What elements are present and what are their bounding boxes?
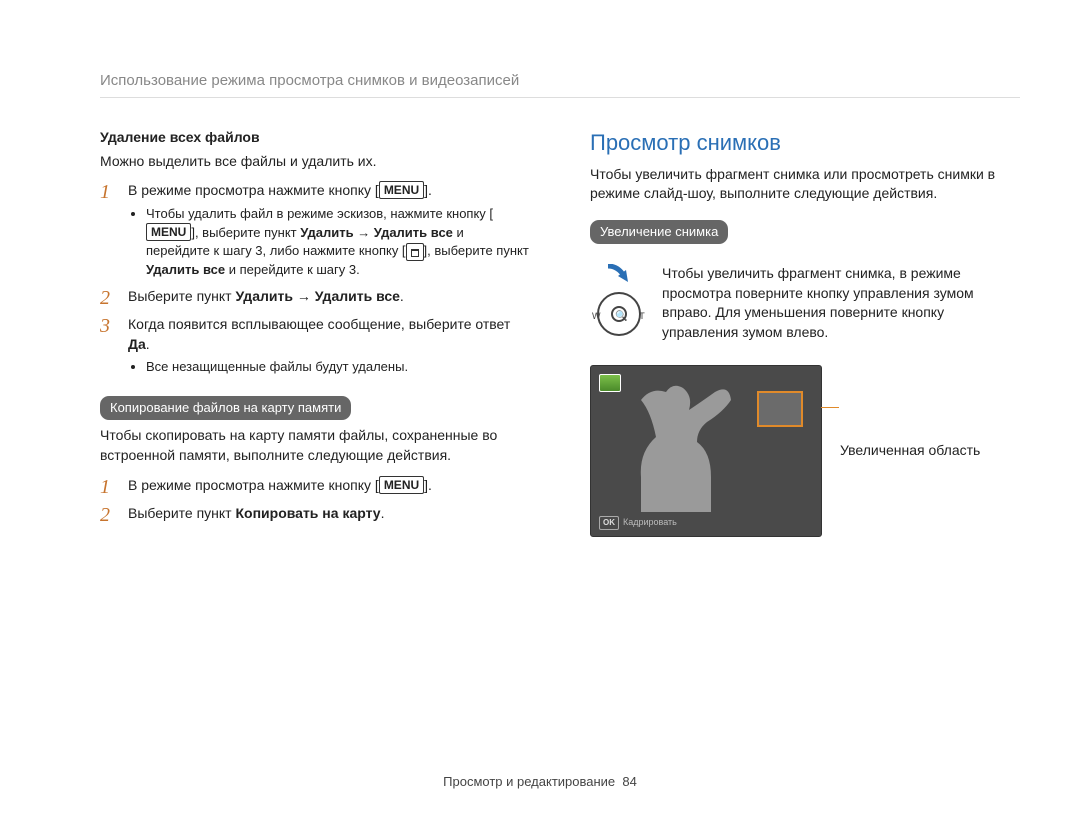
text: ]. bbox=[424, 182, 432, 198]
step-body: Когда появится всплывающее сообщение, вы… bbox=[128, 315, 530, 378]
delete-all-intro: Можно выделить все файлы и удалить их. bbox=[100, 152, 530, 172]
page-breadcrumb: Использование режима просмотра снимков и… bbox=[100, 70, 1020, 98]
bullet: Все незащищенные файлы будут удалены. bbox=[146, 358, 530, 376]
text: ]. bbox=[424, 477, 432, 493]
text: ], выберите пункт bbox=[424, 243, 529, 258]
copy-files-pill: Копирование файлов на карту памяти bbox=[100, 396, 351, 420]
camera-screen-preview: OK Кадрировать bbox=[590, 365, 822, 537]
leader-line bbox=[821, 407, 839, 408]
menu-icon: MENU bbox=[379, 181, 424, 199]
text: Чтобы удалить файл в режиме эскизов, наж… bbox=[146, 206, 493, 221]
text: Выберите пункт bbox=[128, 288, 235, 304]
step-body: В режиме просмотра нажмите кнопку [MENU]… bbox=[128, 476, 530, 498]
text-bold: Копировать на карту bbox=[235, 505, 380, 521]
text: Когда появится всплывающее сообщение, вы… bbox=[128, 316, 510, 332]
right-column: Просмотр снимков Чтобы увеличить фрагмен… bbox=[590, 128, 1020, 537]
text: Выберите пункт bbox=[128, 505, 235, 521]
menu-icon: MENU bbox=[379, 476, 424, 494]
text: ], выберите пункт bbox=[191, 225, 300, 240]
text: В режиме просмотра нажмите кнопку [ bbox=[128, 182, 379, 198]
trash-icon bbox=[406, 243, 424, 261]
step-body: Выберите пункт Удалить → Удалить все. bbox=[128, 287, 530, 309]
step-body: В режиме просмотра нажмите кнопку [MENU]… bbox=[128, 181, 530, 281]
zoom-dial-illustration: W 🔍 T bbox=[590, 264, 648, 342]
text: . bbox=[146, 336, 150, 352]
step-number: 1 bbox=[100, 476, 116, 498]
screen-footer: OK Кадрировать bbox=[599, 516, 677, 529]
dial-icon bbox=[597, 292, 641, 336]
arrow-down-right-icon bbox=[604, 264, 634, 284]
delete-all-heading: Удаление всех файлов bbox=[100, 128, 530, 148]
text: . bbox=[381, 505, 385, 521]
zoom-pill: Увеличение снимка bbox=[590, 220, 728, 244]
zoom-text: Чтобы увеличить фрагмент снимка, в режим… bbox=[662, 264, 1020, 342]
section-title: Просмотр снимков bbox=[590, 128, 1020, 159]
person-silhouette-icon bbox=[611, 382, 751, 512]
left-column: Удаление всех файлов Можно выделить все … bbox=[100, 128, 530, 537]
text-bold: Удалить все bbox=[146, 262, 225, 277]
step-number: 2 bbox=[100, 504, 116, 526]
zoom-rectangle bbox=[757, 391, 803, 427]
step-number: 3 bbox=[100, 315, 116, 378]
crop-label: Кадрировать bbox=[623, 517, 677, 527]
section-intro: Чтобы увеличить фрагмент снимка или прос… bbox=[590, 165, 1020, 204]
step-body: Выберите пункт Копировать на карту. bbox=[128, 504, 530, 526]
page-footer: Просмотр и редактирование 84 bbox=[0, 773, 1080, 791]
text-bold: Да bbox=[128, 336, 146, 352]
text: . bbox=[400, 288, 404, 304]
copy-intro: Чтобы скопировать на карту памяти файлы,… bbox=[100, 426, 530, 465]
text: В режиме просмотра нажмите кнопку [ bbox=[128, 477, 379, 493]
bullet: Чтобы удалить файл в режиме эскизов, наж… bbox=[146, 205, 530, 279]
ok-icon: OK bbox=[599, 516, 619, 529]
menu-icon: MENU bbox=[146, 223, 191, 241]
text-bold: Удалить → Удалить все bbox=[235, 288, 399, 304]
enlarged-area-label: Увеличенная область bbox=[840, 441, 980, 461]
step-number: 2 bbox=[100, 287, 116, 309]
footer-section: Просмотр и редактирование bbox=[443, 774, 615, 789]
footer-page-number: 84 bbox=[622, 774, 636, 789]
text-bold: Удалить → Удалить все bbox=[300, 225, 453, 240]
step-number: 1 bbox=[100, 181, 116, 281]
text: и перейдите к шагу 3. bbox=[225, 262, 360, 277]
